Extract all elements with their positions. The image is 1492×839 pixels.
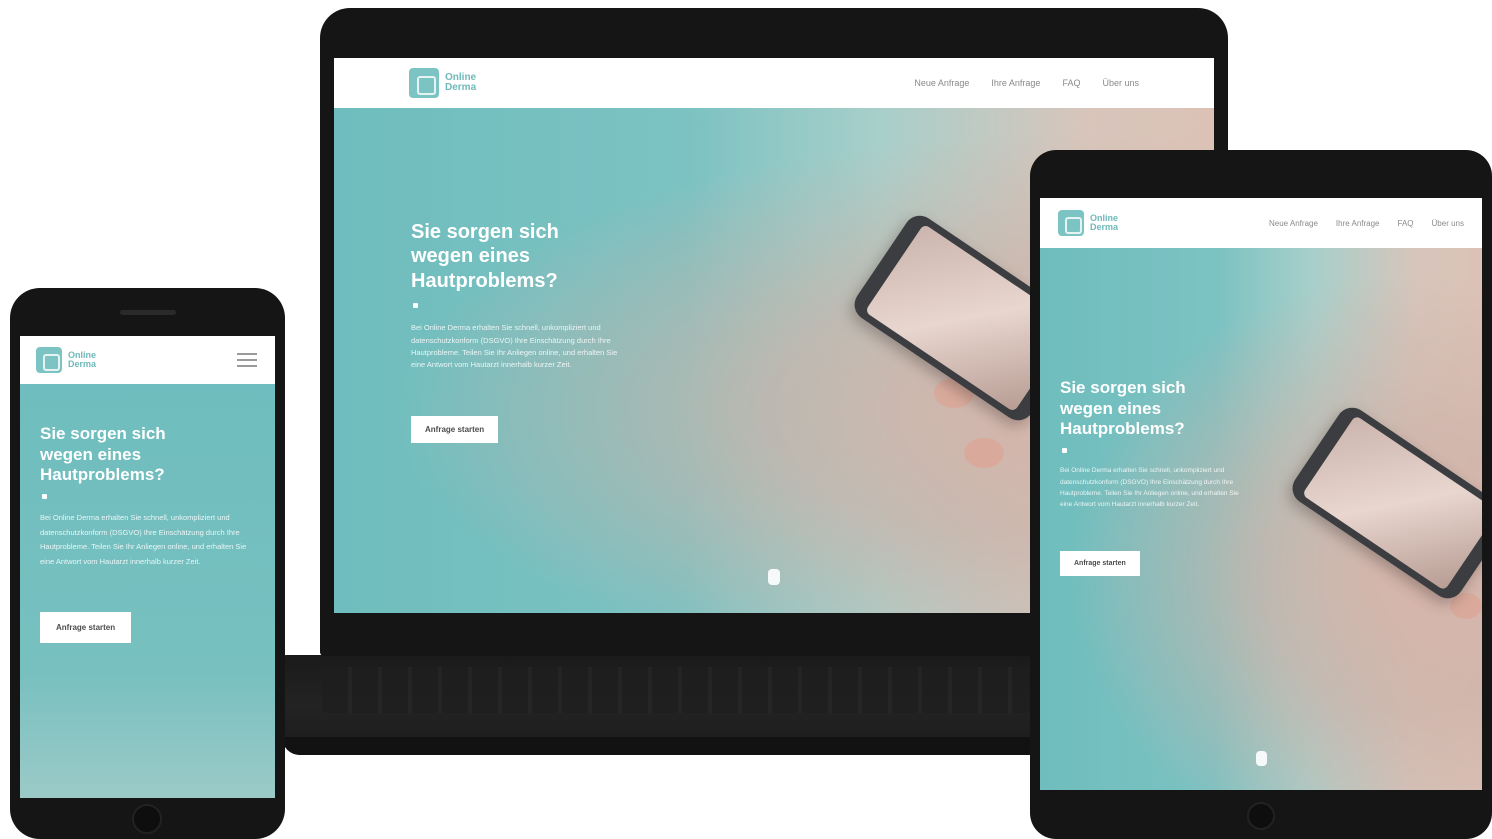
laptop-lip [282, 737, 1042, 755]
nav-item-faq[interactable]: FAQ [1398, 219, 1414, 228]
tablet-hero: Sie sorgen sich wegen eines Hautproblems… [1040, 248, 1482, 790]
tablet-logo[interactable]: Online Derma [1058, 210, 1118, 236]
phone-logo[interactable]: Online Derma [36, 347, 96, 373]
logo-text: Online Derma [1090, 213, 1119, 233]
laptop-site-header: Online Derma Neue Anfrage Ihre Anfrage F… [334, 58, 1214, 108]
laptop-logo[interactable]: Online Derma [409, 68, 476, 98]
cta-button[interactable]: Anfrage starten [40, 611, 132, 643]
hamburger-bar [237, 353, 257, 355]
logo-text-line2: Derma [68, 359, 97, 369]
hero-divider-dot [1062, 448, 1067, 454]
laptop-base [282, 655, 1042, 755]
hero-title-line2: wegen eines [1060, 398, 1162, 418]
hero-divider-dot [413, 303, 418, 309]
nav-item-ihre-anfrage[interactable]: Ihre Anfrage [991, 78, 1040, 88]
mouse-scroll-icon[interactable] [768, 569, 780, 585]
hero-title: Sie sorgen sich wegen eines Hautproblems… [411, 220, 646, 293]
hero-body-text: Bei Online Derma erhalten Sie schnell, u… [40, 513, 247, 567]
hero-title-line3: Hautproblems? [411, 269, 558, 292]
phone-screen: Online Derma Sie sorgen sich wegen eines… [20, 336, 275, 798]
hero-body-text: Bei Online Derma erhalten Sie schnell, u… [411, 323, 618, 370]
phone-hero-content: Sie sorgen sich wegen eines Hautproblems… [40, 424, 255, 643]
logo-text: Online Derma [445, 72, 477, 94]
nav-item-ihre-anfrage[interactable]: Ihre Anfrage [1336, 219, 1380, 228]
phone-device: Online Derma Sie sorgen sich wegen eines… [10, 288, 285, 839]
laptop-keyboard [322, 667, 1042, 713]
hero-title-line3: Hautproblems? [1060, 419, 1185, 439]
tablet-screen: Online Derma Neue Anfrage Ihre Anfrage F… [1040, 198, 1482, 790]
nav-item-ueber-uns[interactable]: Über uns [1432, 219, 1464, 228]
tablet-nav: Neue Anfrage Ihre Anfrage FAQ Über uns [1269, 219, 1464, 228]
hero-title-line1: Sie sorgen sich [40, 424, 166, 443]
tablet-site-header: Online Derma Neue Anfrage Ihre Anfrage F… [1040, 198, 1482, 248]
logo-text-line2: Derma [445, 82, 477, 93]
phone-hero: Sie sorgen sich wegen eines Hautproblems… [20, 384, 275, 798]
nav-item-neue-anfrage[interactable]: Neue Anfrage [1269, 219, 1318, 228]
hamburger-bar [237, 365, 257, 367]
hero-title: Sie sorgen sich wegen eines Hautproblems… [1060, 378, 1260, 440]
hamburger-bar [237, 359, 257, 361]
hero-body-text: Bei Online Derma erhalten Sie schnell, u… [1060, 467, 1239, 509]
hero-title-line3: Hautproblems? [40, 465, 165, 485]
nav-item-ueber-uns[interactable]: Über uns [1102, 78, 1139, 88]
hero-title-line1: Sie sorgen sich [1060, 378, 1186, 397]
hero-title-line2: wegen eines [40, 444, 142, 464]
phone-home-button[interactable] [132, 804, 162, 834]
hamburger-icon[interactable] [237, 353, 257, 367]
tablet-device: Online Derma Neue Anfrage Ihre Anfrage F… [1030, 150, 1492, 839]
cta-button[interactable]: Anfrage starten [1060, 550, 1140, 576]
nav-item-neue-anfrage[interactable]: Neue Anfrage [914, 78, 969, 88]
hero-finger [964, 438, 1004, 468]
mouse-scroll-icon[interactable] [1256, 751, 1267, 766]
hero-title-line2: wegen eines [411, 245, 530, 268]
laptop-nav: Neue Anfrage Ihre Anfrage FAQ Über uns [914, 78, 1139, 88]
logo-icon [36, 347, 62, 373]
laptop-hero-content: Sie sorgen sich wegen eines Hautproblems… [411, 220, 646, 443]
hero-divider-dot [42, 494, 47, 500]
tablet-home-button[interactable] [1247, 802, 1275, 830]
logo-icon [1058, 210, 1084, 236]
hero-title: Sie sorgen sich wegen eines Hautproblems… [40, 424, 255, 486]
logo-icon [409, 68, 439, 98]
phone-speaker [120, 310, 176, 315]
nav-item-faq[interactable]: FAQ [1062, 78, 1080, 88]
cta-button[interactable]: Anfrage starten [411, 415, 499, 443]
phone-site-header: Online Derma [20, 336, 275, 384]
logo-text-line2: Derma [1090, 222, 1119, 232]
tablet-hero-content: Sie sorgen sich wegen eines Hautproblems… [1060, 378, 1260, 576]
hero-title-line1: Sie sorgen sich [411, 221, 559, 243]
logo-text: Online Derma [68, 350, 97, 370]
